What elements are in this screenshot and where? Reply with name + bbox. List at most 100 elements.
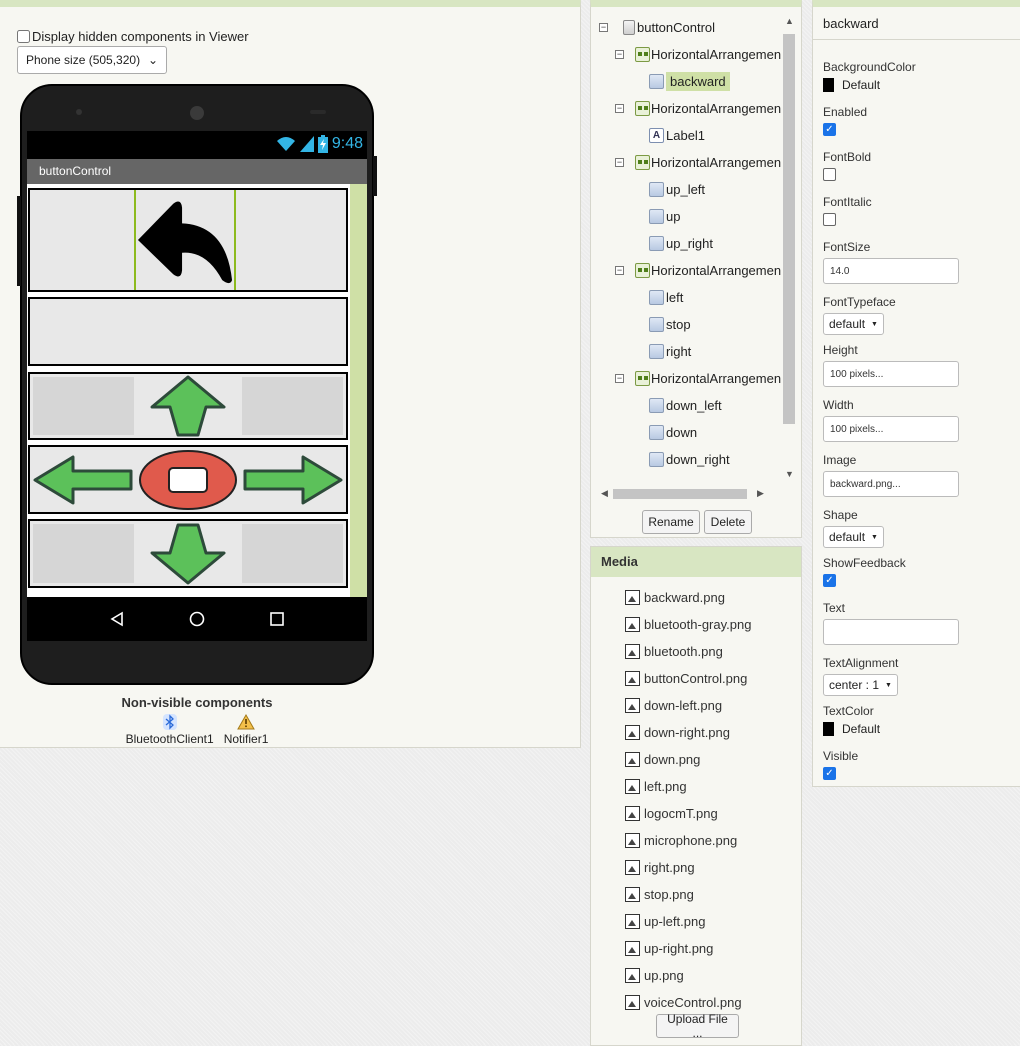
delete-button[interactable]: Delete xyxy=(704,510,752,534)
tree-item-horizontalarrangemen[interactable]: − HorizontalArrangemen xyxy=(615,151,781,173)
media-item[interactable]: stop.png xyxy=(625,881,751,908)
collapse-toggle-icon[interactable]: − xyxy=(615,49,624,59)
media-item[interactable]: down-left.png xyxy=(625,692,751,719)
upload-file-button[interactable]: Upload File ... xyxy=(656,1012,739,1040)
up-right-button[interactable] xyxy=(241,377,343,435)
scroll-left-icon[interactable]: ◀ xyxy=(601,488,608,499)
show-feedback-checkbox[interactable]: ✓ xyxy=(823,574,836,587)
tree-item-stop[interactable]: stop xyxy=(649,313,691,335)
text-input[interactable] xyxy=(823,619,959,645)
visible-checkbox[interactable]: ✓ xyxy=(823,767,836,780)
button-component-icon xyxy=(649,73,664,89)
tree-item-up-right[interactable]: up_right xyxy=(649,232,713,254)
down-right-button[interactable] xyxy=(241,524,343,583)
tree-item-left[interactable]: left xyxy=(649,286,683,308)
prop-label: Enabled xyxy=(823,105,868,119)
scroll-right-icon[interactable]: ▶ xyxy=(757,488,764,499)
text-color-value: Default xyxy=(842,722,881,736)
media-item[interactable]: backward.png xyxy=(625,584,751,611)
tree-item-horizontalarrangemen[interactable]: − HorizontalArrangemen xyxy=(615,259,781,281)
media-item[interactable]: down.png xyxy=(625,746,751,773)
image-input[interactable]: backward.png... xyxy=(823,471,959,497)
tree-item-horizontalarrangemen[interactable]: − HorizontalArrangemen xyxy=(615,43,781,65)
tree-item-backward[interactable]: backward xyxy=(649,70,730,92)
left-button[interactable] xyxy=(30,447,135,512)
text-alignment-value: center : 1 xyxy=(829,678,880,692)
font-italic-checkbox[interactable] xyxy=(823,213,836,226)
media-item[interactable]: buttonControl.png xyxy=(625,665,751,692)
check-icon: ✓ xyxy=(825,574,834,586)
collapse-toggle-icon[interactable]: − xyxy=(615,265,624,275)
label1[interactable] xyxy=(30,299,346,364)
tree-vertical-scrollbar[interactable]: ▲ ▼ xyxy=(782,14,796,482)
media-item[interactable]: logocmT.png xyxy=(625,800,751,827)
up-arrow-icon xyxy=(150,375,226,437)
text-color-picker[interactable]: Default xyxy=(823,722,880,736)
tree-item-horizontalarrangemen[interactable]: − HorizontalArrangemen xyxy=(615,97,781,119)
horizontal-arrangement-5[interactable] xyxy=(28,519,348,588)
font-size-input[interactable]: 14.0 xyxy=(823,258,959,284)
tree-item-down-left[interactable]: down_left xyxy=(649,394,722,416)
tree-item-label1[interactable]: A Label1 xyxy=(649,124,705,146)
viewer-scrollbar[interactable] xyxy=(350,184,367,597)
shape-dropdown[interactable]: default ▼ xyxy=(823,526,884,548)
width-input[interactable]: 100 pixels... xyxy=(823,416,959,442)
horizontal-arrangement-3[interactable] xyxy=(28,372,348,440)
display-hidden-toggle[interactable]: Display hidden components in Viewer xyxy=(17,29,249,44)
down-button[interactable] xyxy=(137,521,238,586)
collapse-toggle-icon[interactable]: − xyxy=(615,103,624,113)
prop-label: FontSize xyxy=(823,240,871,254)
stop-button[interactable] xyxy=(135,447,240,512)
collapse-toggle-icon[interactable]: − xyxy=(599,22,608,32)
horizontal-arrangement-2[interactable] xyxy=(28,297,348,366)
tree-hscroll-thumb[interactable] xyxy=(613,489,747,499)
rename-button[interactable]: Rename xyxy=(642,510,700,534)
tree-item-up-left[interactable]: up_left xyxy=(649,178,705,200)
height-input[interactable]: 100 pixels... xyxy=(823,361,959,387)
right-button[interactable] xyxy=(241,447,346,512)
collapse-toggle-icon[interactable]: − xyxy=(615,157,624,167)
up-button[interactable] xyxy=(137,374,238,438)
media-item[interactable]: microphone.png xyxy=(625,827,751,854)
media-file-name: microphone.png xyxy=(644,833,738,848)
media-file-name: up-right.png xyxy=(644,941,714,956)
phone-size-select[interactable]: Phone size (505,320) ⌄ xyxy=(17,46,167,74)
horizontal-arrangement-4[interactable] xyxy=(28,445,348,514)
bluetooth-client-component[interactable]: BluetoothClient1 xyxy=(126,714,214,746)
media-item[interactable]: left.png xyxy=(625,773,751,800)
font-bold-checkbox[interactable] xyxy=(823,168,836,181)
media-file-name: bluetooth.png xyxy=(644,644,723,659)
display-hidden-checkbox[interactable] xyxy=(17,30,30,43)
tree-horizontal-scrollbar[interactable]: ◀ ▶ xyxy=(599,487,767,501)
media-item[interactable]: up-right.png xyxy=(625,935,751,962)
tree-scroll-thumb[interactable] xyxy=(783,34,795,424)
image-file-icon xyxy=(625,887,640,902)
media-item[interactable]: bluetooth.png xyxy=(625,638,751,665)
signal-icon xyxy=(299,136,314,152)
down-left-button[interactable] xyxy=(33,524,135,583)
media-item[interactable]: up-left.png xyxy=(625,908,751,935)
scroll-down-icon[interactable]: ▼ xyxy=(785,469,794,479)
media-item[interactable]: right.png xyxy=(625,854,751,881)
collapse-toggle-icon[interactable]: − xyxy=(615,373,624,383)
notifier-component[interactable]: Notifier1 xyxy=(224,714,268,746)
tree-item-down-right[interactable]: down_right xyxy=(649,448,730,470)
tree-item-buttoncontrol[interactable]: − buttonControl xyxy=(599,16,715,38)
tree-item-right[interactable]: right xyxy=(649,340,691,362)
tree-item-up[interactable]: up xyxy=(649,205,680,227)
tree-item-down[interactable]: down xyxy=(649,421,697,443)
horizontal-arrangement-1[interactable] xyxy=(28,188,348,292)
media-item[interactable]: bluetooth-gray.png xyxy=(625,611,751,638)
enabled-checkbox[interactable]: ✓ xyxy=(823,123,836,136)
backward-button[interactable] xyxy=(134,190,236,290)
text-alignment-dropdown[interactable]: center : 1 ▼ xyxy=(823,674,898,696)
scroll-up-icon[interactable]: ▲ xyxy=(785,16,794,26)
nonvisible-title: Non-visible components xyxy=(121,695,273,710)
up-left-button[interactable] xyxy=(33,377,135,435)
background-color-picker[interactable]: Default xyxy=(823,78,916,92)
media-item[interactable]: up.png xyxy=(625,962,751,989)
font-typeface-dropdown[interactable]: default ▼ xyxy=(823,313,884,335)
media-item[interactable]: down-right.png xyxy=(625,719,751,746)
media-file-name: down-right.png xyxy=(644,725,730,740)
tree-item-horizontalarrangemen[interactable]: − HorizontalArrangemen xyxy=(615,367,781,389)
